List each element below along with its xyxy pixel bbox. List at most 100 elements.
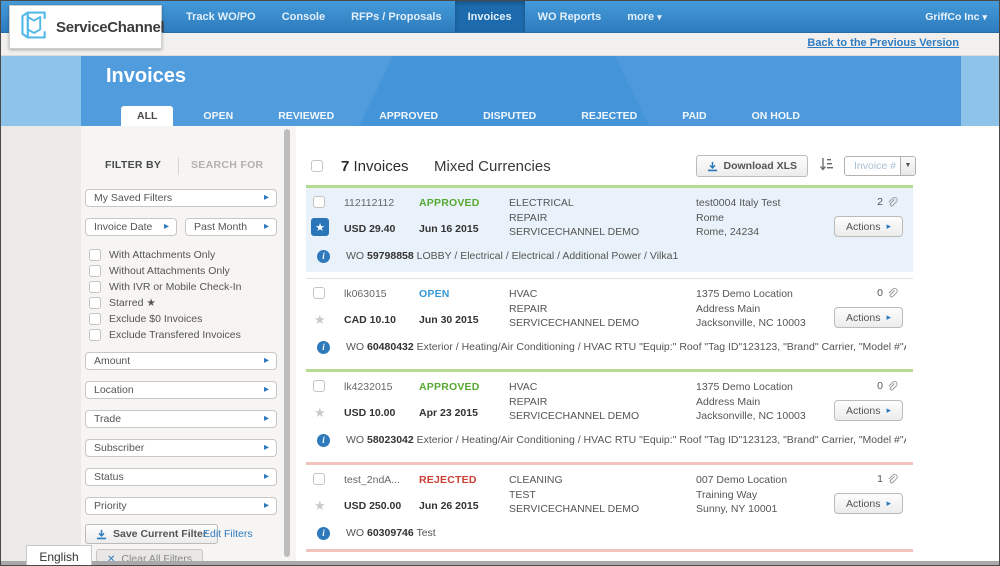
- select-all-checkbox[interactable]: [311, 160, 323, 172]
- star-icon[interactable]: ★: [314, 405, 326, 421]
- wo-number: 58023042: [367, 434, 414, 446]
- checkbox-label[interactable]: With Attachments Only: [109, 249, 215, 261]
- checkbox[interactable]: [89, 265, 101, 277]
- language-selector[interactable]: English: [26, 545, 92, 566]
- info-icon[interactable]: i: [317, 250, 330, 263]
- nav-item-track-wopo[interactable]: Track WO/PO: [173, 1, 269, 32]
- sort-field-select[interactable]: Invoice # ▼: [844, 156, 916, 176]
- sort-direction-button[interactable]: [819, 157, 833, 175]
- brand-logo-link[interactable]: ServiceChannel: [9, 5, 162, 49]
- actions-label: Actions: [846, 405, 880, 417]
- wo-description[interactable]: WO 60480432 Exterior / Heating/Air Condi…: [346, 341, 906, 353]
- saved-filters-dropdown[interactable]: My Saved Filters ▸: [85, 189, 277, 207]
- tab-rejected[interactable]: REJECTED: [566, 106, 652, 126]
- nav-item-invoices[interactable]: Invoices: [455, 1, 525, 32]
- info-icon[interactable]: i: [317, 341, 330, 354]
- checkbox-label[interactable]: Exclude Transfered Invoices: [109, 329, 241, 341]
- download-xls-button[interactable]: Download XLS: [696, 155, 809, 177]
- star-icon[interactable]: ★: [314, 312, 326, 328]
- invoice-amount: CAD 10.10: [344, 314, 396, 326]
- save-filter-label: Save Current Filter: [113, 528, 207, 540]
- save-current-filter-button[interactable]: Save Current Filter: [85, 524, 218, 544]
- star-icon[interactable]: ★: [314, 498, 326, 514]
- date-range-dropdown[interactable]: Past Month ▸: [185, 218, 277, 236]
- tab-disputed[interactable]: DISPUTED: [468, 106, 551, 126]
- location-line: 007 Demo Location: [696, 473, 861, 488]
- date-field-dropdown[interactable]: Invoice Date ▸: [85, 218, 177, 236]
- tab-paid[interactable]: PAID: [667, 106, 721, 126]
- checkbox-exclude-transfered[interactable]: Exclude Transfered Invoices: [89, 327, 241, 343]
- checkbox-with-attachments[interactable]: With Attachments Only: [89, 247, 241, 263]
- status-dropdown[interactable]: Status ▸: [85, 468, 277, 486]
- invoice-status: OPEN: [419, 288, 504, 300]
- invoice-number-link[interactable]: lk4232015: [344, 381, 416, 393]
- tab-open[interactable]: OPEN: [188, 106, 248, 126]
- tab-search-for[interactable]: SEARCH FOR: [191, 159, 263, 171]
- tab-all[interactable]: ALL: [121, 106, 173, 126]
- nav-item-console[interactable]: Console: [269, 1, 338, 32]
- info-icon[interactable]: i: [317, 527, 330, 540]
- row-checkbox[interactable]: [313, 473, 325, 485]
- invoice-trade: ELECTRICAL REPAIR SERVICECHANNEL DEMO: [509, 196, 689, 240]
- invoice-wo-row: i WO 59798858 LOBBY / Electrical / Elect…: [306, 246, 913, 272]
- triangle-right-icon: ▸: [164, 219, 169, 235]
- checkbox-starred[interactable]: Starred ★: [89, 295, 241, 311]
- checkbox-exclude-zero-invoices[interactable]: Exclude $0 Invoices: [89, 311, 241, 327]
- wo-description[interactable]: WO 59798858 LOBBY / Electrical / Electri…: [346, 250, 906, 262]
- checkbox[interactable]: [89, 329, 101, 341]
- starred-badge[interactable]: ★: [311, 218, 329, 236]
- checkbox[interactable]: [89, 313, 101, 325]
- invoice-row-main: ★ ★ lk4232015 USD 10.00 APPROVED Apr 23 …: [306, 372, 913, 430]
- row-checkbox[interactable]: [313, 380, 325, 392]
- account-menu[interactable]: GriffCo Inc▾: [925, 1, 987, 32]
- checkbox[interactable]: [89, 297, 101, 309]
- checkbox-label[interactable]: Exclude $0 Invoices: [109, 313, 202, 325]
- invoice-date: Jun 16 2015: [419, 223, 479, 235]
- vertical-scrollbar[interactable]: [284, 129, 290, 557]
- trade-dropdown[interactable]: Trade ▸: [85, 410, 277, 428]
- wo-description[interactable]: WO 60309746 Test: [346, 527, 906, 539]
- checkbox[interactable]: [89, 249, 101, 261]
- select-arrow-icon: ▼: [900, 157, 915, 175]
- nav-item-more[interactable]: more▾: [614, 1, 674, 32]
- invoice-date: Apr 23 2015: [419, 407, 478, 419]
- checkbox-label[interactable]: With IVR or Mobile Check-In: [109, 281, 241, 293]
- invoice-row-main: ★ ★ test_2ndA... USD 250.00 REJECTED Jun…: [306, 465, 913, 523]
- location-dropdown[interactable]: Location ▸: [85, 381, 277, 399]
- trade-line: TEST: [509, 488, 689, 503]
- checkbox-label[interactable]: Without Attachments Only: [109, 265, 230, 277]
- actions-button[interactable]: Actions ▸: [834, 400, 903, 421]
- checkbox[interactable]: [89, 281, 101, 293]
- checkbox-label[interactable]: Starred ★: [109, 297, 156, 309]
- invoice-number-link[interactable]: test_2ndA...: [344, 474, 416, 486]
- nav-item-wo-reports[interactable]: WO Reports: [525, 1, 615, 32]
- invoice-number-link[interactable]: lk063015: [344, 288, 416, 300]
- actions-label: Actions: [846, 498, 880, 510]
- actions-button[interactable]: Actions ▸: [834, 493, 903, 514]
- tab-approved[interactable]: APPROVED: [364, 106, 453, 126]
- left-gutter: [1, 126, 81, 565]
- subscriber-dropdown[interactable]: Subscriber ▸: [85, 439, 277, 457]
- amount-dropdown[interactable]: Amount ▸: [85, 352, 277, 370]
- tab-filter-by[interactable]: FILTER BY: [105, 159, 161, 171]
- invoice-row: ★ ★ lk4232015 USD 10.00 APPROVED Apr 23 …: [306, 369, 913, 456]
- tab-on-hold[interactable]: ON HOLD: [737, 106, 815, 126]
- row-checkbox[interactable]: [313, 287, 325, 299]
- nav-item-rfps-proposals[interactable]: RFPs / Proposals: [338, 1, 454, 32]
- invoice-panel: 7 Invoices Mixed Currencies Download XLS…: [296, 126, 999, 561]
- actions-button[interactable]: Actions ▸: [834, 216, 903, 237]
- tab-reviewed[interactable]: REVIEWED: [263, 106, 349, 126]
- status-tabs: ALL OPEN REVIEWED APPROVED DISPUTED REJE…: [121, 106, 830, 126]
- priority-dropdown[interactable]: Priority ▸: [85, 497, 277, 515]
- checkbox-without-attachments[interactable]: Without Attachments Only: [89, 263, 241, 279]
- back-to-previous-version-link[interactable]: Back to the Previous Version: [807, 37, 959, 49]
- edit-filters-link[interactable]: Edit Filters: [203, 528, 253, 540]
- invoice-number-link[interactable]: 112112112: [344, 197, 416, 209]
- invoice-amount: USD 250.00: [344, 500, 401, 512]
- checkbox-ivr-mobile-checkin[interactable]: With IVR or Mobile Check-In: [89, 279, 241, 295]
- row-checkbox[interactable]: [313, 196, 325, 208]
- info-icon[interactable]: i: [317, 434, 330, 447]
- actions-button[interactable]: Actions ▸: [834, 307, 903, 328]
- wo-description[interactable]: WO 58023042 Exterior / Heating/Air Condi…: [346, 434, 906, 446]
- horizontal-scrollbar[interactable]: [1, 561, 999, 565]
